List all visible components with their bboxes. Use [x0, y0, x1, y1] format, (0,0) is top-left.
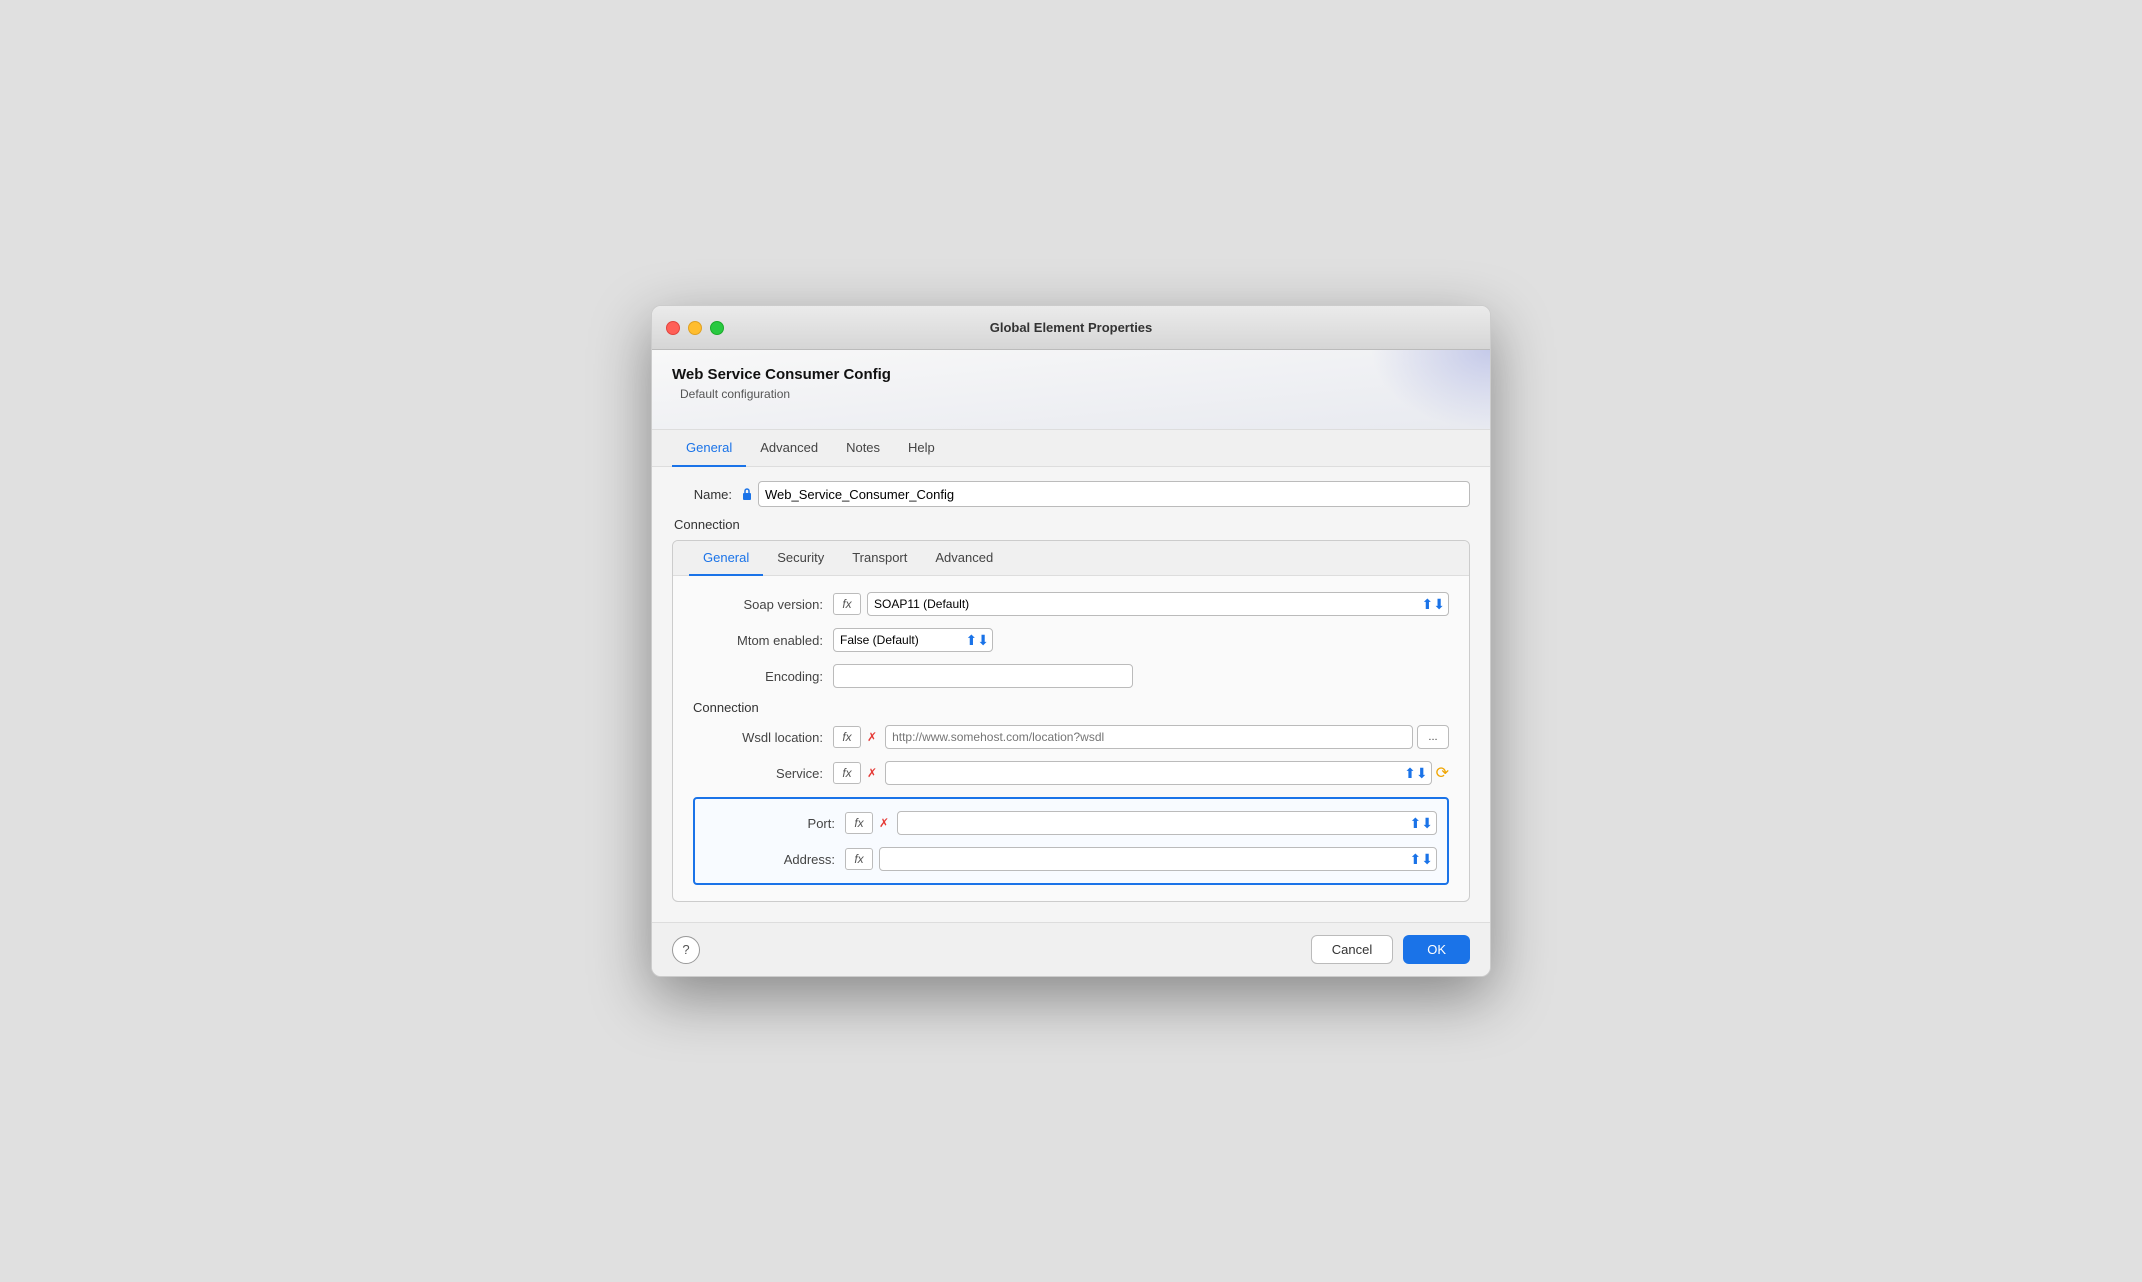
port-label: Port:	[705, 816, 835, 831]
wsdl-location-row: Wsdl location: fx ✗ ...	[693, 725, 1449, 749]
close-button[interactable]	[666, 321, 680, 335]
service-select[interactable]	[885, 761, 1432, 785]
config-title: Web Service Consumer Config	[672, 366, 1470, 383]
service-input-row: ✗ ⬆⬇ ⟳	[867, 761, 1449, 785]
ok-button[interactable]: OK	[1403, 935, 1470, 964]
footer: ? Cancel OK	[652, 922, 1490, 976]
encoding-input[interactable]	[833, 664, 1133, 688]
soap-version-select-wrapper: SOAP11 (Default)SOAP12 ⬆⬇	[867, 592, 1449, 616]
address-select-wrapper: ⬆⬇	[879, 847, 1437, 871]
mtom-enabled-row: Mtom enabled: False (Default)True ⬆⬇	[693, 628, 1449, 652]
wsdl-browse-button[interactable]: ...	[1417, 725, 1449, 749]
port-error-icon: ✗	[879, 816, 889, 830]
name-label: Name:	[672, 487, 732, 502]
lock-icon	[740, 487, 754, 501]
mtom-enabled-select-wrapper: False (Default)True ⬆⬇	[833, 628, 993, 652]
address-label: Address:	[705, 852, 835, 867]
encoding-label: Encoding:	[693, 669, 823, 684]
dialog-window: Global Element Properties Web Service Co…	[651, 305, 1491, 977]
header-section: Web Service Consumer Config Default conf…	[652, 350, 1490, 430]
minimize-button[interactable]	[688, 321, 702, 335]
wsdl-fx-button[interactable]: fx	[833, 726, 861, 748]
tab-advanced[interactable]: Advanced	[746, 430, 832, 467]
address-input-area: ⬆⬇	[879, 847, 1437, 871]
help-button[interactable]: ?	[672, 936, 700, 964]
connection-subsection-label: Connection	[693, 700, 1449, 715]
inner-content: Soap version: fx SOAP11 (Default)SOAP12 …	[673, 576, 1469, 901]
connection-panel: General Security Transport Advanced Soap…	[672, 540, 1470, 902]
cancel-button[interactable]: Cancel	[1311, 935, 1393, 964]
name-field-wrapper	[740, 481, 1470, 507]
content-area: Name: Connection General Security Transp…	[652, 467, 1490, 922]
port-fx-button[interactable]: fx	[845, 812, 873, 834]
address-fx-button[interactable]: fx	[845, 848, 873, 870]
address-row: Address: fx ⬆⬇	[705, 843, 1437, 875]
inner-tab-advanced[interactable]: Advanced	[921, 541, 1007, 576]
main-tabs: General Advanced Notes Help	[652, 430, 1490, 467]
window-controls	[666, 321, 724, 335]
soap-version-row: Soap version: fx SOAP11 (Default)SOAP12 …	[693, 592, 1449, 616]
port-address-section: Port: fx ✗ ⬆⬇ Address: fx	[693, 797, 1449, 885]
tab-notes[interactable]: Notes	[832, 430, 894, 467]
port-input-area: ✗ ⬆⬇	[879, 811, 1437, 835]
soap-version-fx-button[interactable]: fx	[833, 593, 861, 615]
mtom-enabled-select[interactable]: False (Default)True	[833, 628, 993, 652]
config-subtitle: Default configuration	[672, 387, 1470, 401]
service-row: Service: fx ✗ ⬆⬇ ⟳	[693, 761, 1449, 785]
inner-tabs: General Security Transport Advanced	[673, 541, 1469, 576]
inner-tab-general[interactable]: General	[689, 541, 763, 576]
soap-version-select[interactable]: SOAP11 (Default)SOAP12	[867, 592, 1449, 616]
name-input[interactable]	[758, 481, 1470, 507]
port-select[interactable]	[897, 811, 1437, 835]
inner-tab-security[interactable]: Security	[763, 541, 838, 576]
mtom-enabled-label: Mtom enabled:	[693, 633, 823, 648]
tab-general[interactable]: General	[672, 430, 746, 467]
address-select[interactable]	[879, 847, 1437, 871]
port-row: Port: fx ✗ ⬆⬇	[705, 807, 1437, 839]
footer-buttons: Cancel OK	[1311, 935, 1470, 964]
name-field-row: Name:	[672, 481, 1470, 507]
port-select-wrapper: ⬆⬇	[897, 811, 1437, 835]
service-dropdown-wrapper: ⬆⬇	[885, 761, 1432, 785]
soap-version-label: Soap version:	[693, 597, 823, 612]
service-fx-button[interactable]: fx	[833, 762, 861, 784]
tab-help[interactable]: Help	[894, 430, 949, 467]
connection-section-label: Connection	[672, 517, 1470, 532]
window-title: Global Element Properties	[990, 320, 1153, 335]
service-label: Service:	[693, 766, 823, 781]
service-error-icon: ✗	[867, 766, 877, 780]
inner-tab-transport[interactable]: Transport	[838, 541, 921, 576]
titlebar: Global Element Properties	[652, 306, 1490, 350]
wsdl-input-row: ✗ ...	[867, 725, 1449, 749]
service-refresh-icon[interactable]: ⟳	[1436, 763, 1449, 783]
wsdl-error-icon: ✗	[867, 730, 877, 744]
wsdl-location-label: Wsdl location:	[693, 730, 823, 745]
wsdl-location-input[interactable]	[885, 725, 1413, 749]
encoding-row: Encoding:	[693, 664, 1449, 688]
maximize-button[interactable]	[710, 321, 724, 335]
